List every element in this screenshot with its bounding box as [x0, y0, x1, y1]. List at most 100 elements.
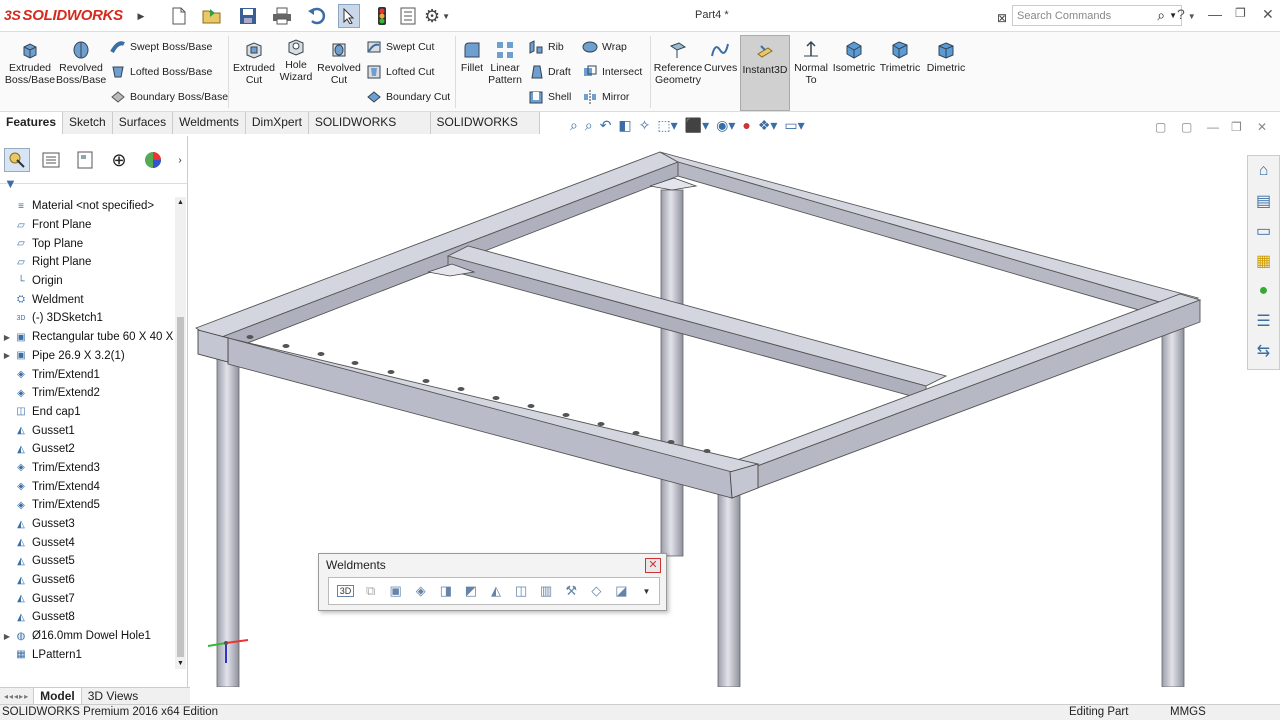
select-pointer-icon[interactable] [338, 4, 360, 28]
panel-more-tabs-icon[interactable]: › [174, 148, 186, 172]
rib-button[interactable]: Rib [528, 37, 564, 57]
restore-window-icon[interactable]: ❐ [1235, 6, 1246, 20]
3d-sketch-icon[interactable]: 3D [333, 580, 358, 602]
tree-item[interactable]: ▦ LPattern1 [0, 646, 176, 665]
hole-wizard-button[interactable]: Hole Wizard [276, 37, 316, 83]
design-library-icon[interactable]: ▤ [1248, 186, 1279, 216]
tree-item[interactable]: ◭ Gusset4 [0, 533, 176, 552]
viewport-minimize-icon[interactable]: — [1207, 120, 1219, 134]
extruded-cut-weldment-icon[interactable]: ◩ [458, 580, 483, 602]
undo-icon[interactable] [302, 4, 332, 28]
close-toolbar-icon[interactable]: ✕ [645, 558, 661, 573]
tree-item[interactable]: ◈ Trim/Extend4 [0, 477, 176, 496]
help-icon[interactable]: ? ▼ [1177, 6, 1196, 22]
display-manager-tab-icon[interactable] [140, 148, 166, 172]
tree-item[interactable]: ◭ Gusset2 [0, 440, 176, 459]
tree-item[interactable]: ◈ Trim/Extend1 [0, 365, 176, 384]
tab-model[interactable]: Model [33, 687, 82, 705]
expand-arrow-icon[interactable]: ▶ [0, 351, 14, 360]
tree-item[interactable]: ▱ Right Plane [0, 253, 176, 272]
configuration-manager-tab-icon[interactable] [72, 148, 98, 172]
units-selector[interactable]: MMGS [1170, 705, 1206, 720]
fillet-bead-icon[interactable]: ▥ [534, 580, 559, 602]
tab-3d-views[interactable]: 3D Views [82, 688, 144, 705]
search-commands-input[interactable]: Search Commands ⌕ ▼ [1012, 5, 1182, 26]
intersect-button[interactable]: Intersect [582, 62, 642, 82]
isometric-button[interactable]: Isometric [832, 40, 876, 74]
extruded-cut-button[interactable]: Extruded Cut [232, 40, 276, 86]
previous-view-icon[interactable]: ↶ [600, 117, 612, 134]
tree-scrollbar-thumb[interactable] [177, 317, 184, 657]
mirror-button[interactable]: Mirror [582, 87, 629, 107]
magnifier-icon[interactable]: ⌕ [1157, 7, 1165, 24]
new-document-icon[interactable] [168, 4, 190, 28]
save-icon[interactable] [234, 4, 262, 28]
tree-item[interactable]: 3D (-) 3DSketch1 [0, 309, 176, 328]
scroll-up-icon[interactable]: ▲ [177, 199, 184, 206]
hide-show-items-icon[interactable]: ◉▾ [716, 117, 735, 134]
dimetric-button[interactable]: Dimetric [924, 40, 968, 74]
viewport-restore-icon[interactable]: ❐ [1231, 120, 1242, 134]
tab-mbd[interactable]: SOLIDWORKS MBD [430, 112, 540, 150]
tree-item[interactable]: ◭ Gusset6 [0, 571, 176, 590]
tree-item[interactable]: ≡ Material <not specified> [0, 197, 176, 216]
scroll-down-icon[interactable]: ▼ [177, 660, 184, 667]
boundary-boss-button[interactable]: Boundary Boss/Base [110, 87, 228, 107]
dynamic-annotation-icon[interactable]: ✧ [639, 117, 651, 134]
open-document-icon[interactable] [198, 4, 228, 28]
swept-cut-button[interactable]: Swept Cut [366, 37, 434, 57]
tab-nav-arrows-icon[interactable]: ◂◂◂▸▸ [4, 692, 29, 701]
file-properties-icon[interactable] [398, 4, 418, 28]
view-orientation-icon[interactable]: ⬚▾ [657, 117, 677, 134]
tab-surfaces[interactable]: Surfaces [112, 112, 174, 134]
tree-item[interactable]: ◭ Gusset7 [0, 589, 176, 608]
tree-item[interactable]: ◈ Trim/Extend5 [0, 496, 176, 515]
tab-addins[interactable]: SOLIDWORKS Add-Ins [308, 112, 431, 150]
curves-button[interactable]: Curves [704, 40, 737, 74]
wrap-button[interactable]: Wrap [582, 37, 627, 57]
appearances-scenes-icon[interactable]: ● [1248, 276, 1279, 306]
tree-item[interactable]: ▶ ◍ Ø16.0mm Dowel Hole1 [0, 627, 176, 646]
view-settings-icon[interactable]: ▭▾ [784, 117, 804, 134]
lofted-boss-button[interactable]: Lofted Boss/Base [110, 62, 212, 82]
tab-dimxpert[interactable]: DimXpert [245, 112, 309, 134]
extruded-boss-button[interactable]: Extruded Boss/Base [4, 40, 56, 86]
tree-item[interactable]: ▱ Front Plane [0, 216, 176, 235]
tab-features[interactable]: Features [0, 112, 64, 134]
toolbar-overflow-icon[interactable]: ▼ [634, 580, 659, 602]
tree-item[interactable]: ◭ Gusset3 [0, 515, 176, 534]
edit-appearance-icon[interactable]: ● [742, 117, 750, 133]
zoom-to-area-icon[interactable]: ⌕ [585, 117, 593, 134]
tree-item[interactable]: ◈ Trim/Extend2 [0, 384, 176, 403]
structural-member-icon[interactable]: ▣ [383, 580, 408, 602]
tree-item[interactable]: ◫ End cap1 [0, 403, 176, 422]
viewport-close-icon[interactable]: ✕ [1257, 120, 1267, 134]
tree-item[interactable]: ◭ Gusset1 [0, 421, 176, 440]
draft-button[interactable]: Draft [528, 62, 571, 82]
swept-boss-button[interactable]: Swept Boss/Base [110, 37, 212, 57]
print-icon[interactable] [268, 4, 296, 28]
solidworks-logo[interactable]: 3S SOLIDWORKS [4, 7, 123, 24]
solidworks-forum-icon[interactable]: ⇆ [1248, 336, 1279, 366]
section-view-icon[interactable]: ◧ [618, 117, 631, 134]
display-style-icon[interactable]: ⬛▾ [685, 117, 709, 134]
fillet-button[interactable]: Fillet [458, 40, 486, 74]
gusset-tool-icon[interactable]: ◭ [483, 580, 508, 602]
menu-expand-icon[interactable]: ▶ [136, 4, 146, 28]
tree-item[interactable]: ◈ Trim/Extend3 [0, 459, 176, 478]
hole-series-icon[interactable]: ◇ [584, 580, 609, 602]
rebuild-traffic-light-icon[interactable] [372, 4, 392, 28]
tab-weldments[interactable]: Weldments [173, 112, 246, 134]
command-search-icon[interactable]: ⊠ [993, 6, 1011, 30]
solidworks-resources-home-icon[interactable]: ⌂ [1248, 156, 1279, 186]
feature-manager-tab-icon[interactable] [4, 148, 30, 172]
tree-item[interactable]: └ Origin [0, 272, 176, 291]
property-manager-tab-icon[interactable] [38, 148, 64, 172]
minimize-window-icon[interactable]: — [1208, 6, 1222, 22]
options-gear-icon[interactable]: ⚙ ▼ [422, 4, 452, 28]
tree-scrollbar[interactable]: ▲ ▼ [175, 197, 186, 669]
tree-item[interactable]: ▶ ▣ Pipe 26.9 X 3.2(1) [0, 347, 176, 366]
tree-item[interactable]: ▱ Top Plane [0, 234, 176, 253]
boundary-cut-button[interactable]: Boundary Cut [366, 87, 450, 107]
close-window-icon[interactable]: ✕ [1262, 6, 1274, 23]
